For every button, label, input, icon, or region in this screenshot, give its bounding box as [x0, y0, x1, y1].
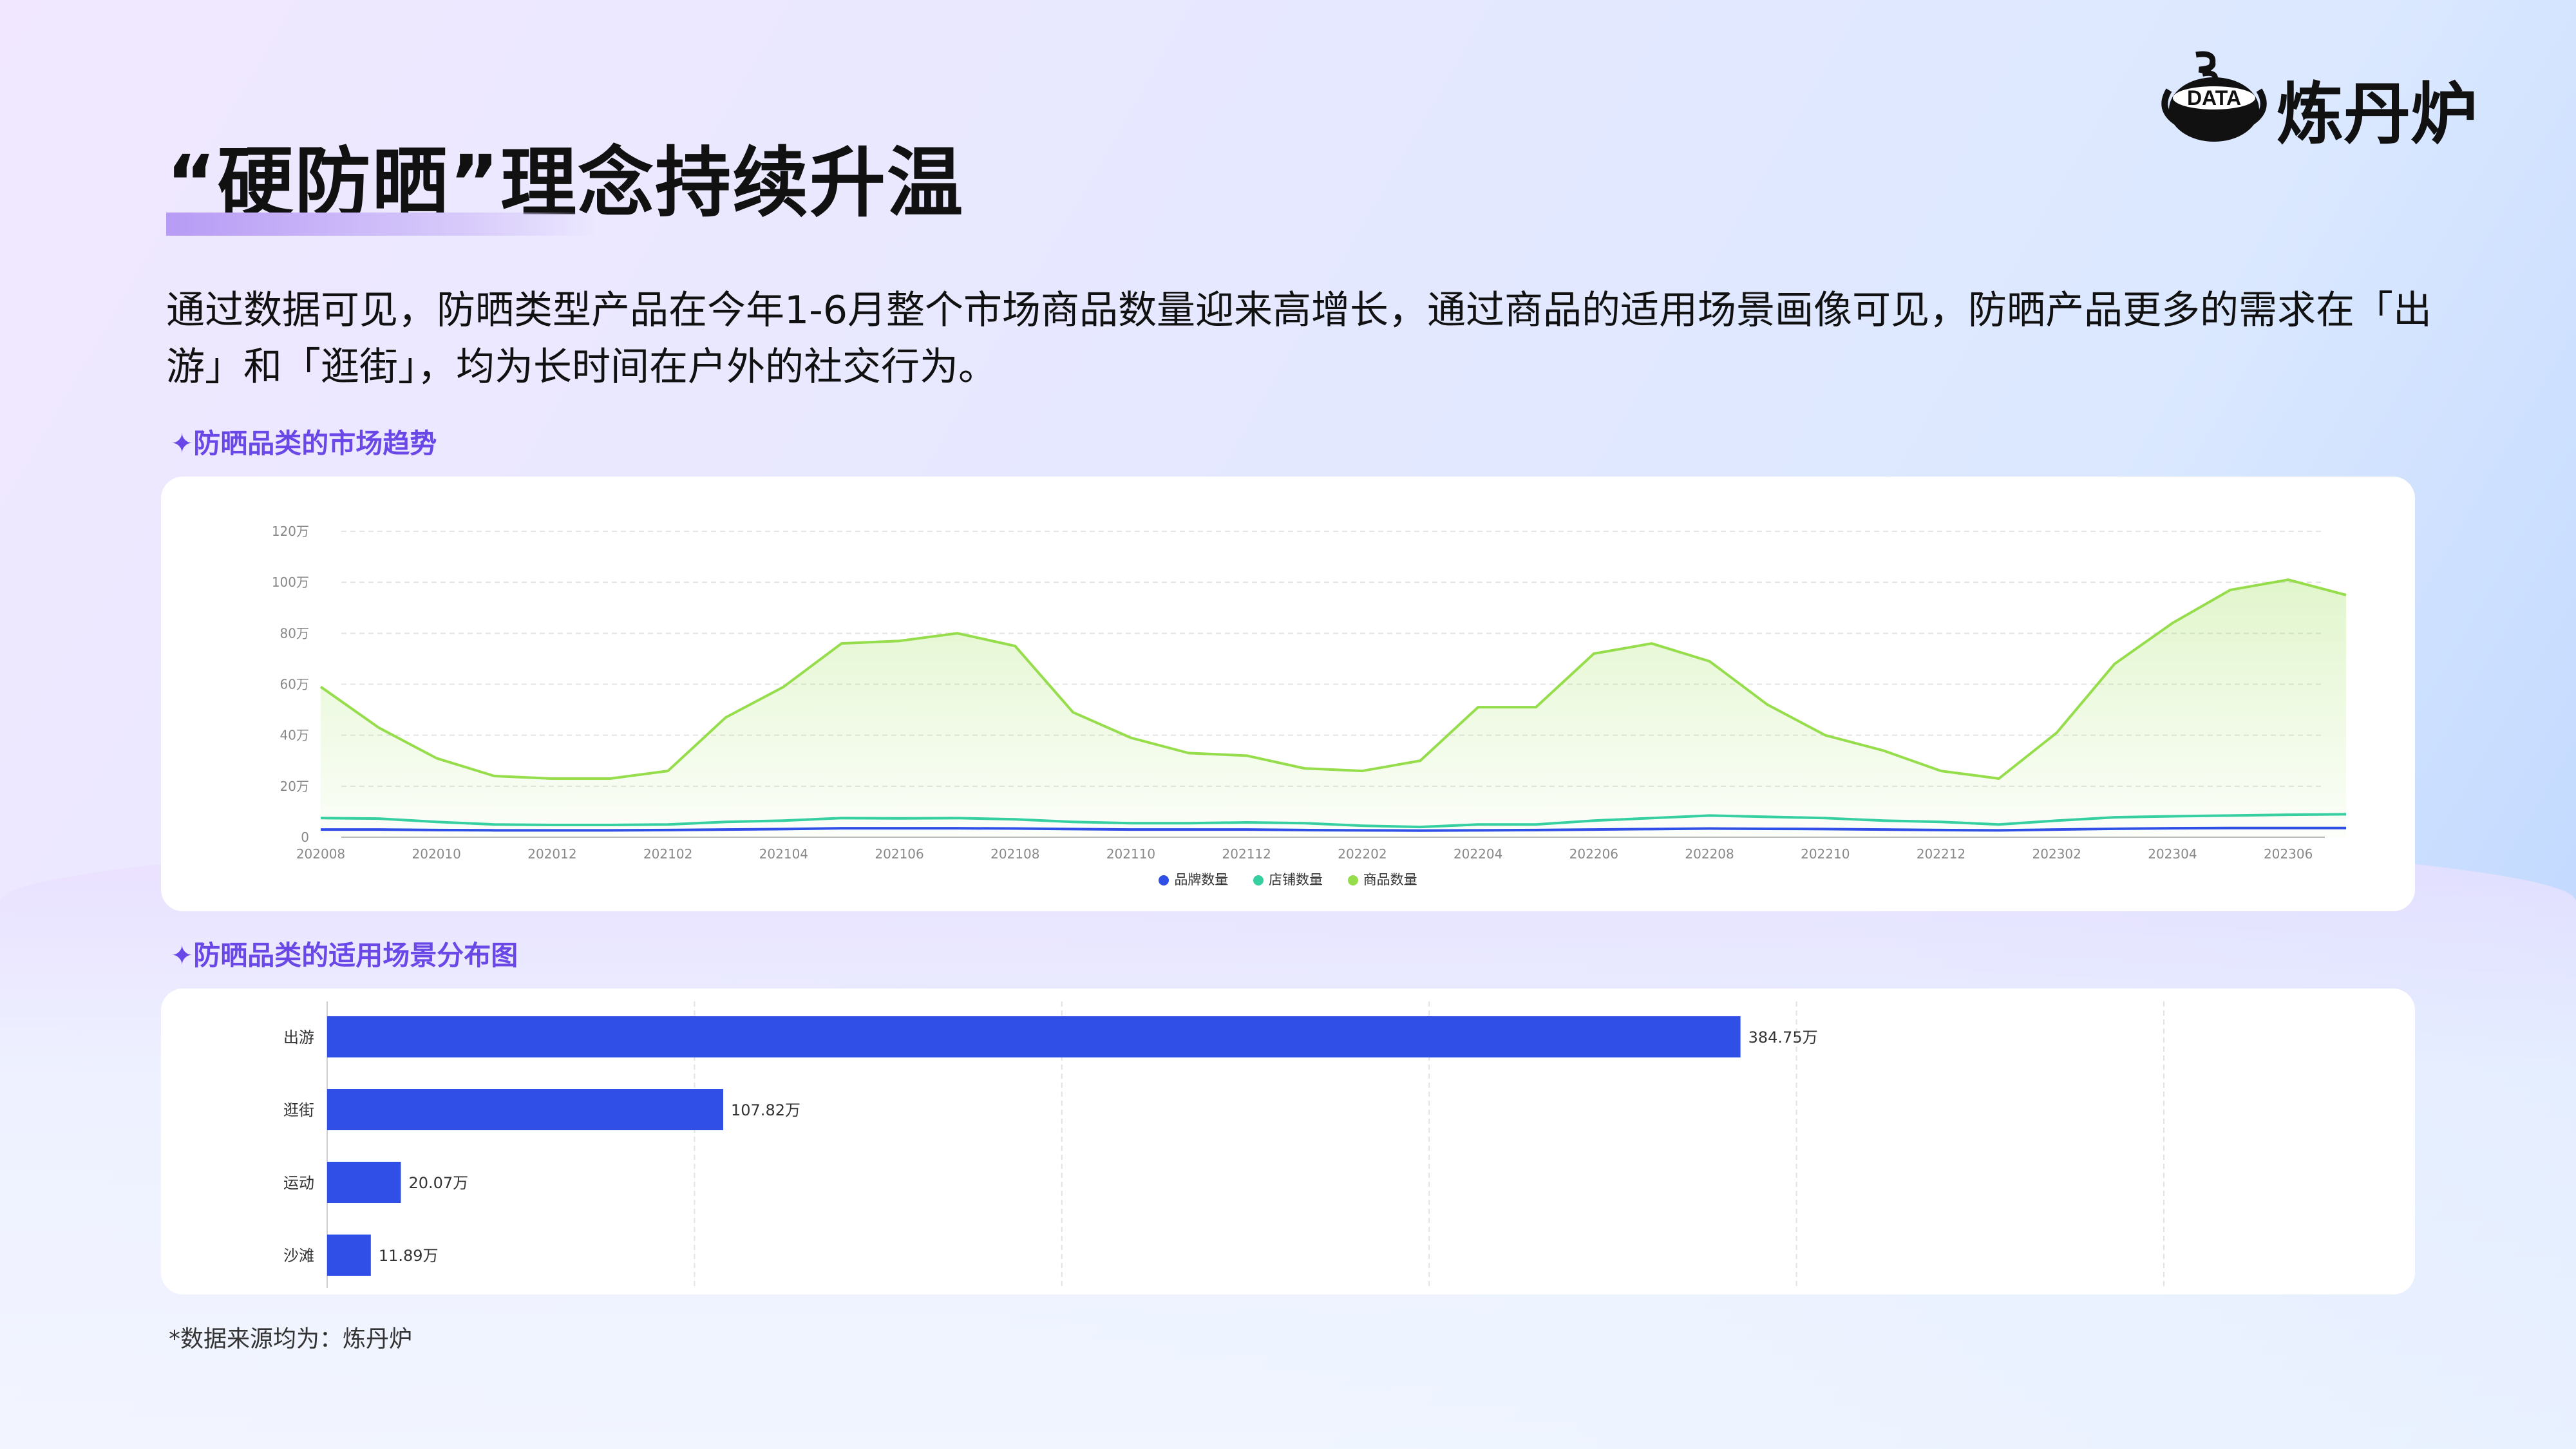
x-tick-label: 202110 — [1106, 846, 1155, 862]
trend-chart-card: 0 20万 40万 60万 80万 100万 120万 202008 202010 202012 2… — [161, 477, 2415, 911]
cauldron-icon: DATA — [2161, 51, 2267, 142]
logo-text: 炼丹炉 — [2277, 75, 2478, 153]
intro-paragraph: 通过数据可见，防晒类型产品在今年1-6月整个市场商品数量迎来高增长，通过商品的适… — [166, 288, 2432, 390]
bar-value-label: 11.89万 — [379, 1247, 439, 1265]
y-tick-label: 120万 — [272, 524, 309, 539]
x-tick-label: 202212 — [1917, 846, 1965, 862]
scene-chart-card: 出游 384.75万逛街 107.82万运动 20.07万沙滩 11.89万 — [161, 989, 2415, 1294]
y-tick-label: 40万 — [280, 728, 309, 743]
trend-legend: 品牌数量 店铺数量 商品数量 — [161, 869, 2415, 889]
category-label: 沙滩 — [283, 1247, 314, 1265]
bar-value-label: 384.75万 — [1748, 1028, 1818, 1046]
legend-item-goods[interactable]: 商品数量 — [1347, 869, 1417, 889]
logo-badge: DATA — [2187, 86, 2241, 109]
legend-label-brand: 品牌数量 — [1174, 872, 1229, 887]
y-tick-label: 60万 — [280, 677, 309, 692]
x-tick-label: 202202 — [1338, 846, 1387, 862]
data-source-footnote: *数据来源均为：炼丹炉 — [169, 1326, 413, 1352]
legend-item-brand[interactable]: 品牌数量 — [1159, 869, 1228, 889]
section-market-trend-label: ✦防晒品类的市场趋势 — [171, 428, 437, 459]
x-tick-label: 202206 — [1569, 846, 1618, 862]
x-tick-label: 202306 — [2264, 846, 2313, 862]
x-tick-label: 202302 — [2032, 846, 2081, 862]
series-area-goods — [321, 580, 2346, 837]
bar — [327, 1089, 724, 1130]
legend-dot-goods — [1347, 875, 1358, 886]
x-tick-label: 202204 — [1454, 846, 1502, 862]
scene-bar-chart: 出游 384.75万逛街 107.82万运动 20.07万沙滩 11.89万 — [283, 1001, 2164, 1288]
y-tick-label: 0 — [301, 829, 309, 845]
x-tick-label: 202108 — [990, 846, 1039, 862]
x-tick-label: 202112 — [1222, 846, 1271, 862]
x-tick-label: 202012 — [527, 846, 576, 862]
y-tick-label: 20万 — [280, 779, 309, 794]
legend-item-shop[interactable]: 店铺数量 — [1253, 869, 1323, 889]
trend-chart: 0 20万 40万 60万 80万 100万 120万 202008 202010 202012 2… — [272, 524, 2347, 862]
legend-dot-shop — [1253, 875, 1264, 886]
category-label: 出游 — [283, 1028, 314, 1046]
x-tick-label: 202010 — [412, 846, 461, 862]
bar-value-label: 20.07万 — [408, 1174, 468, 1192]
y-tick-label: 80万 — [280, 625, 309, 641]
bar-value-label: 107.82万 — [731, 1101, 800, 1119]
x-tick-label: 202210 — [1801, 846, 1850, 862]
y-tick-label: 100万 — [272, 574, 309, 590]
bar — [327, 1162, 401, 1203]
x-tick-label: 202304 — [2148, 846, 2197, 862]
legend-label-shop: 店铺数量 — [1269, 872, 1323, 887]
bar — [327, 1016, 1741, 1057]
legend-dot-brand — [1159, 875, 1170, 886]
x-tick-label: 202008 — [296, 846, 345, 862]
x-tick-label: 202208 — [1685, 846, 1734, 862]
bar — [327, 1235, 371, 1276]
category-label: 逛街 — [283, 1101, 314, 1119]
x-tick-label: 202104 — [759, 846, 808, 862]
brand-logo: DATA 炼丹炉 — [2157, 45, 2518, 155]
x-tick-label: 202102 — [643, 846, 692, 862]
title-underline — [166, 213, 598, 236]
x-tick-label: 202106 — [875, 846, 923, 862]
category-label: 运动 — [283, 1174, 314, 1192]
section-scene-label: ✦防晒品类的适用场景分布图 — [171, 940, 518, 971]
legend-label-goods: 商品数量 — [1363, 872, 1417, 887]
